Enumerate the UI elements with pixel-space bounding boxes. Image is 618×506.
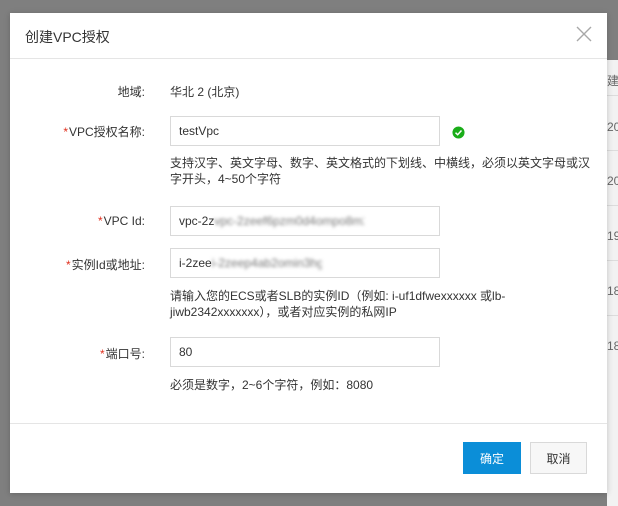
divider: [607, 260, 618, 261]
close-icon[interactable]: [575, 25, 593, 43]
dialog-header: 创建VPC授权: [10, 13, 607, 59]
port-help: 必须是数字，2~6个字符，例如：8080: [170, 378, 374, 392]
port-input[interactable]: [170, 337, 440, 367]
vpc-id-value: vpc-2zeef6pzm0d4ompo8m2kj: [214, 214, 365, 228]
required-mark: *: [97, 214, 103, 228]
background-cell: 建时: [607, 74, 618, 88]
background-cell: 19: [607, 229, 618, 243]
cancel-button[interactable]: 取消: [530, 442, 587, 474]
vpc-name-input[interactable]: [170, 116, 440, 146]
confirm-button[interactable]: 确定: [463, 442, 521, 474]
divider: [607, 95, 618, 96]
vpc-id-label-text: VPC Id:: [103, 214, 145, 228]
dialog-title: 创建VPC授权: [25, 29, 110, 45]
vpc-id-label: *VPC Id:: [10, 214, 145, 228]
check-circle-icon: [452, 126, 465, 139]
divider: [607, 205, 618, 206]
region-value: 华北 2 (北京): [170, 85, 240, 99]
region-label: 地域:: [10, 83, 145, 100]
instance-id-help: 请输入您的ECS或者SLB的实例ID（例如: i-uf1dfwexxxxxx 或…: [170, 289, 506, 319]
required-mark: *: [65, 258, 71, 272]
background-cell: 20: [607, 174, 618, 188]
required-mark: *: [99, 347, 105, 361]
port-label: *端口号:: [10, 345, 145, 362]
divider: [607, 150, 618, 151]
vpc-name-label: *VPC授权名称:: [10, 123, 145, 140]
background-cell: 18: [607, 339, 618, 353]
vpc-name-help: 支持汉字、英文字母、数字、英文格式的下划线、中横线，必须以英文字母或汉字开头，4…: [170, 156, 591, 186]
instance-id-value: i-2zeep4ab2omin3hgi0g: [211, 256, 322, 270]
background-cell: 20: [607, 120, 618, 134]
vpc-name-label-text: VPC授权名称:: [68, 125, 145, 139]
divider: [607, 315, 618, 316]
background-table: 建时 20 20 19 18 18: [607, 60, 618, 506]
required-mark: *: [63, 125, 68, 139]
instance-id-input[interactable]: i-2zeei-2zeep4ab2omin3hgi0g: [170, 248, 440, 278]
port-label-text: 端口号:: [105, 347, 145, 361]
instance-id-label-text: 实例Id或地址:: [71, 258, 145, 272]
create-vpc-authorization-dialog: 创建VPC授权 地域: 华北 2 (北京) *VPC授权名称: 支持汉字、英文字…: [10, 13, 607, 493]
footer-divider: [10, 423, 607, 424]
vpc-id-input[interactable]: vpc-2zvpc-2zeef6pzm0d4ompo8m2kj: [170, 206, 440, 236]
background-cell: 18: [607, 284, 618, 298]
instance-id-label: *实例Id或地址:: [10, 256, 145, 273]
region-label-text: 地域:: [117, 85, 145, 99]
